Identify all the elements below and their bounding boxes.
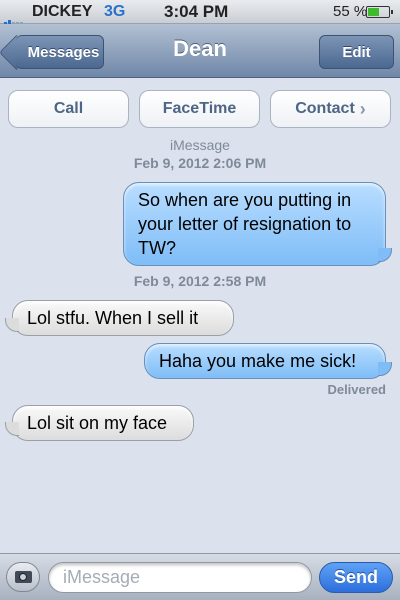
- bubble-tail: [5, 318, 19, 332]
- message-input[interactable]: [48, 562, 312, 593]
- camera-lens: [19, 573, 27, 581]
- bubble-tail: [5, 422, 19, 436]
- message-bubble-outgoing[interactable]: So when are you putting in your letter o…: [123, 182, 386, 266]
- facetime-label: FaceTime: [162, 100, 237, 117]
- edit-button[interactable]: Edit: [319, 35, 394, 69]
- battery-percent: 55 %: [333, 3, 368, 20]
- bubble-tail: [378, 248, 392, 262]
- timestamp: Feb 9, 2012 2:58 PM: [133, 273, 267, 289]
- delivered-status: Delivered: [327, 382, 386, 397]
- camera-button[interactable]: [6, 562, 40, 592]
- status-time: 3:04 PM: [164, 2, 229, 21]
- message-bubble-outgoing[interactable]: Haha you make me sick!: [144, 343, 386, 379]
- back-button[interactable]: Messages: [16, 35, 104, 69]
- send-button[interactable]: Send: [319, 562, 393, 593]
- bubble-tail: [378, 362, 392, 376]
- message-bubble-incoming[interactable]: Lol stfu. When I sell it: [12, 300, 234, 336]
- contact-button[interactable]: Contact ›: [270, 90, 391, 128]
- chevron-right-icon: ›: [359, 98, 366, 119]
- navigation-bar: Messages Dean Edit: [0, 24, 400, 78]
- signal-strength-icon: [4, 8, 24, 26]
- service-label: iMessage: [170, 137, 230, 153]
- status-bar: DICKEY 3G 3:04 PM 55 %: [0, 0, 400, 26]
- carrier-name: DICKEY: [32, 3, 93, 20]
- timestamp: Feb 9, 2012 2:06 PM: [133, 155, 267, 171]
- conversation-title: Dean: [173, 36, 227, 61]
- battery-fill: [368, 8, 379, 16]
- facetime-button[interactable]: FaceTime: [139, 90, 260, 128]
- network-type: 3G: [104, 3, 126, 20]
- message-input-bar: Send: [0, 553, 400, 600]
- call-label: Call: [53, 100, 84, 117]
- battery-icon: [366, 6, 393, 18]
- contact-label: Contact: [295, 100, 355, 117]
- message-bubble-incoming[interactable]: Lol sit on my face: [12, 405, 194, 441]
- call-button[interactable]: Call: [8, 90, 129, 128]
